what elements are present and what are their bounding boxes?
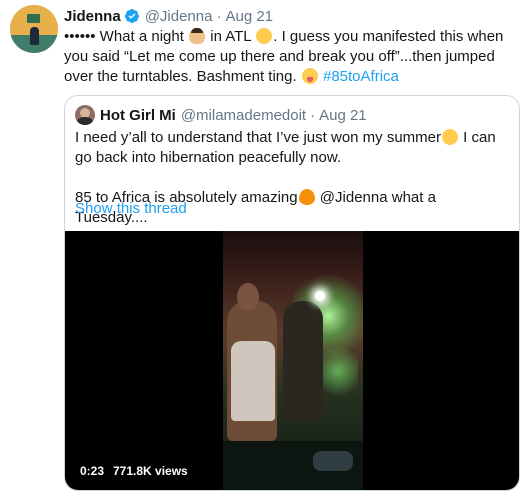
separator-dot: · xyxy=(216,7,222,25)
quoted-separator-dot: · xyxy=(310,106,316,124)
avatar-figure xyxy=(30,27,39,45)
quoted-author-handle[interactable]: @milamademedoit xyxy=(181,107,306,124)
rolling-laughing-emoji-icon xyxy=(256,28,273,44)
tweet-text-part2: in ATL xyxy=(206,28,256,45)
tweet-time[interactable]: Aug 21 xyxy=(225,8,273,25)
tweet-text-part1: •••••• What a night xyxy=(64,28,189,45)
video-person-left-shirt xyxy=(231,341,275,421)
tweet[interactable]: Jidenna @Jidenna · Aug 21 •••••• What a … xyxy=(0,0,528,491)
video-green-light-secondary xyxy=(318,341,358,401)
quoted-para1-part1: I need y’all to understand that I’ve jus… xyxy=(75,129,442,146)
quoted-tweet-header: Hot Girl Mi @milamademedoit · Aug 21 xyxy=(75,105,367,125)
video-spotlight xyxy=(315,291,325,301)
author-handle[interactable]: @Jidenna xyxy=(145,8,213,25)
verified-badge-icon xyxy=(124,9,139,23)
quoted-author-avatar[interactable] xyxy=(75,105,95,125)
video-views-badge: 771.8K views xyxy=(108,461,193,481)
quoted-author-name[interactable]: Hot Girl Mi xyxy=(100,107,176,124)
video-player[interactable]: 0:23 771.8K views xyxy=(65,231,519,490)
relieved-face-emoji-icon xyxy=(442,129,459,145)
tongue-wink-emoji-icon xyxy=(301,68,318,84)
tweet-header: Jidenna @Jidenna · Aug 21 xyxy=(64,5,273,27)
man-face-emoji-icon xyxy=(189,28,206,44)
author-name[interactable]: Jidenna xyxy=(64,8,121,25)
show-thread-link[interactable]: Show this thread xyxy=(75,200,187,217)
avatar-sign xyxy=(27,14,40,23)
quoted-tweet[interactable]: Hot Girl Mi @milamademedoit · Aug 21 I n… xyxy=(64,95,520,491)
video-person-right xyxy=(283,301,323,421)
video-duration-badge: 0:23 xyxy=(75,461,110,481)
author-avatar[interactable] xyxy=(10,5,58,53)
quoted-paragraph-1: I need y’all to understand that I’ve jus… xyxy=(75,128,511,168)
quoted-tweet-time[interactable]: Aug 21 xyxy=(319,107,367,124)
hashtag-link[interactable]: #85toAfrica xyxy=(323,68,399,85)
fire-emoji-icon xyxy=(298,189,315,205)
tweet-text: •••••• What a night in ATL . I guess you… xyxy=(64,27,516,87)
video-crowd xyxy=(223,441,363,490)
video-person-left-head xyxy=(237,283,259,311)
video-frame xyxy=(223,231,363,490)
